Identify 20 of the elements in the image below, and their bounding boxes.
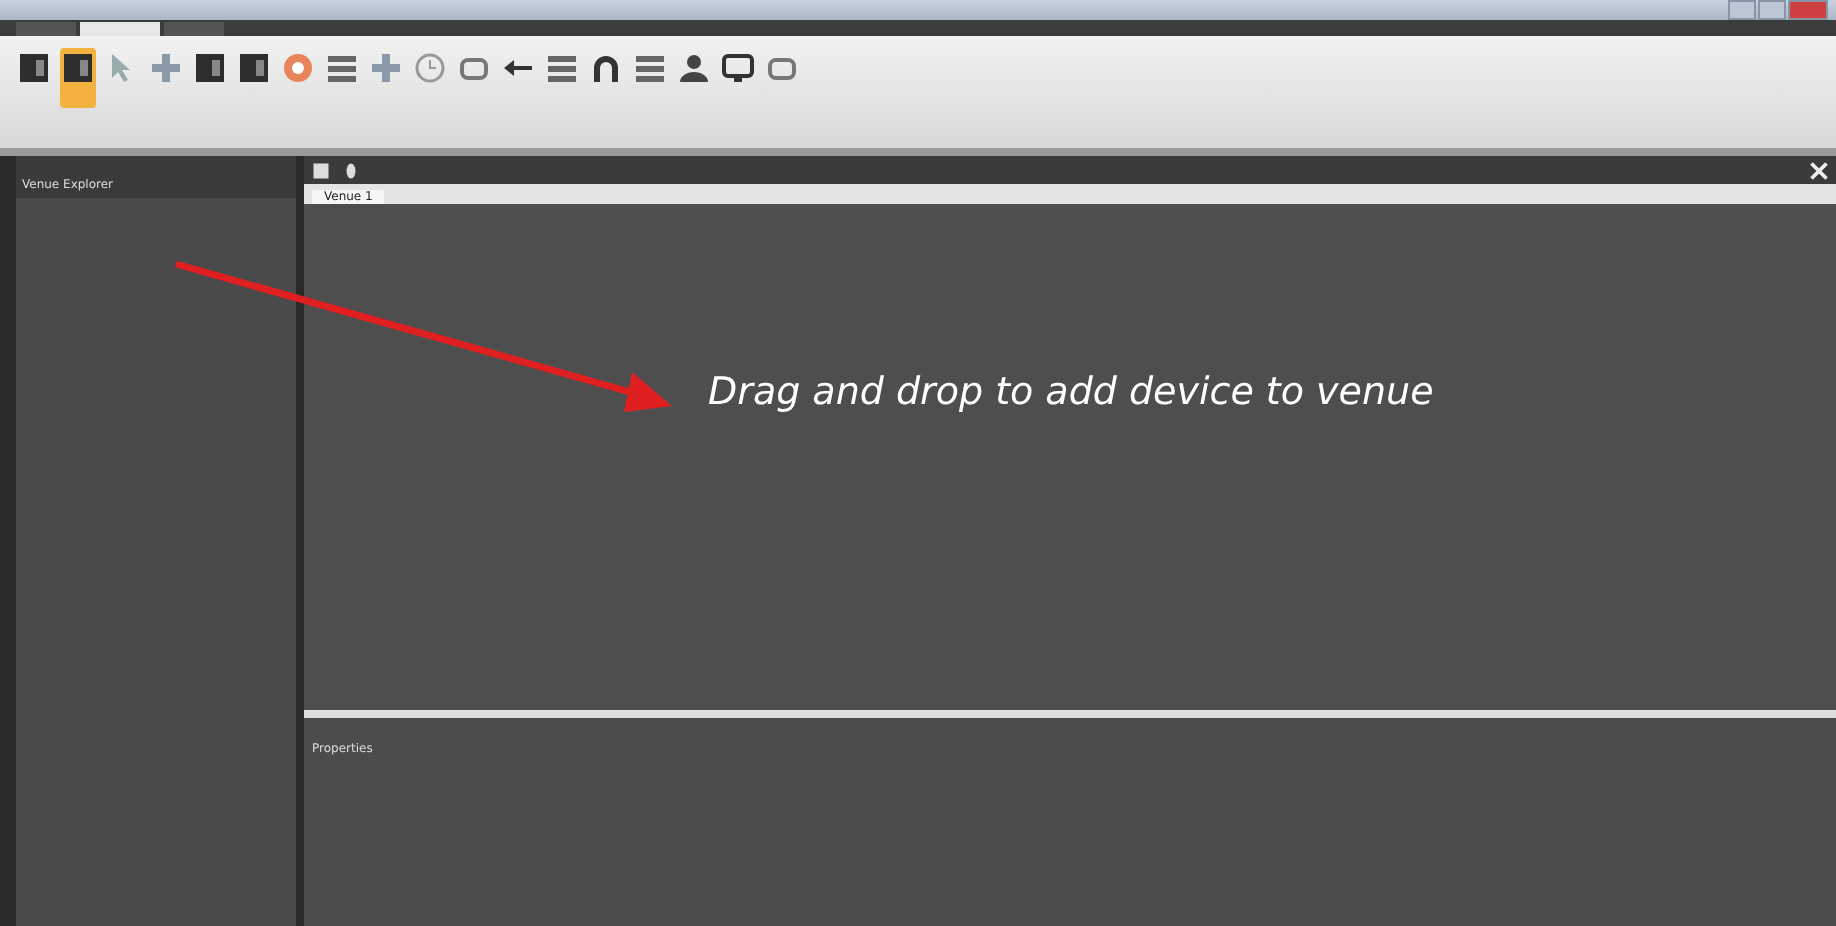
ring-icon (458, 52, 490, 84)
bars-icon (326, 52, 358, 84)
page-icon[interactable] (312, 161, 330, 179)
screen-icon (722, 52, 754, 84)
plus-icon (370, 52, 402, 84)
plus-icon (150, 52, 182, 84)
person-icon (678, 52, 710, 84)
clock-icon (414, 52, 446, 84)
panel-icon (238, 52, 270, 84)
ring-icon (766, 52, 798, 84)
fullscreen-icon[interactable] (1810, 161, 1828, 179)
panel-icon (194, 52, 226, 84)
arch-icon (590, 52, 622, 84)
annotation-text: Drag and drop to add device to venue (708, 370, 1434, 414)
panel-icon (62, 52, 94, 84)
bars-icon (546, 52, 578, 84)
ribbon-button[interactable] (60, 48, 96, 108)
pin-icon[interactable] (342, 161, 360, 179)
panel-icon (18, 52, 50, 84)
bars-icon (634, 52, 666, 84)
